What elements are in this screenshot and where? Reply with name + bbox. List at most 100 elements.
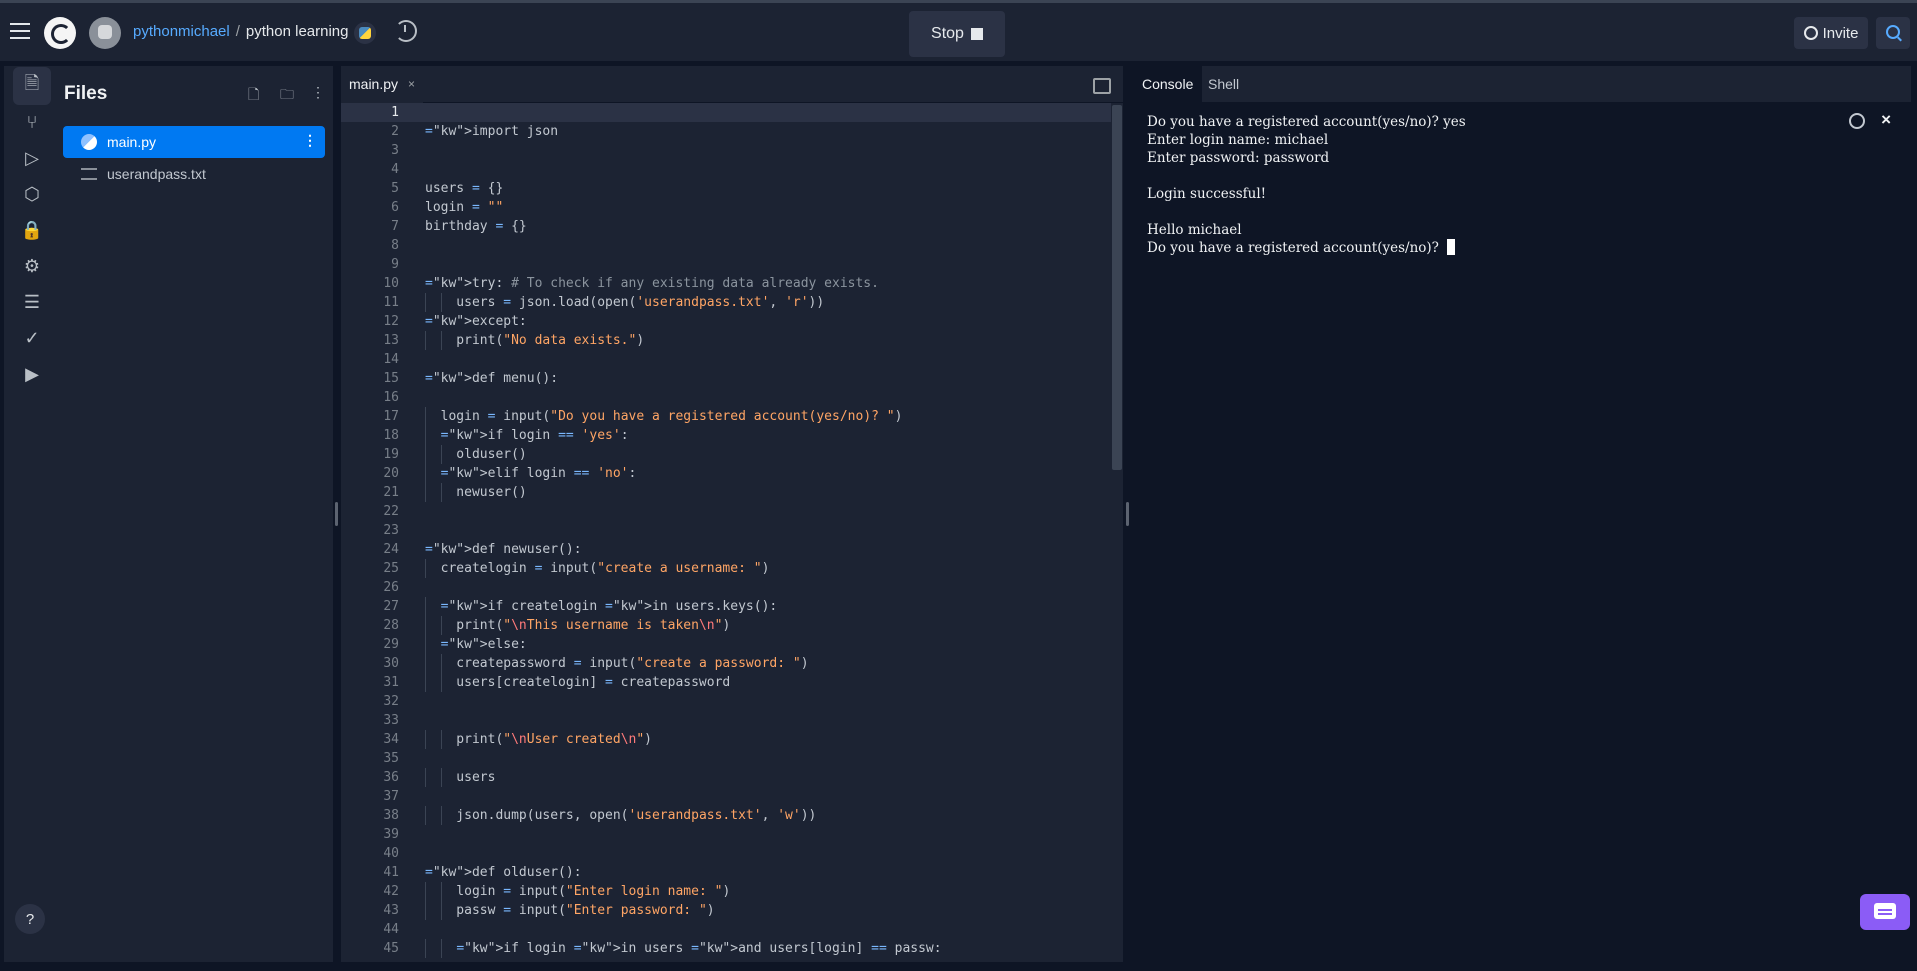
packages-icon[interactable]: ⬡ — [13, 175, 51, 213]
line-number: 39 — [383, 827, 399, 842]
code-line[interactable]: 20 ="kw">elif login == 'no': — [341, 464, 1111, 483]
user-avatar[interactable] — [89, 17, 121, 49]
code-line[interactable]: 13 print("No data exists.") — [341, 331, 1111, 350]
files-icon[interactable]: 🗎 — [13, 67, 51, 105]
console-clear-icon[interactable]: × — [1881, 110, 1891, 130]
code-line[interactable]: 37 — [341, 787, 1111, 806]
video-icon[interactable]: ▶ — [13, 355, 51, 393]
code-line[interactable]: 21 newuser() — [341, 483, 1111, 502]
code-line[interactable]: 6 login = "" — [341, 198, 1111, 217]
stop-button[interactable]: Stop — [909, 11, 1005, 57]
line-number: 23 — [383, 523, 399, 538]
new-file-icon[interactable]: 🗋 — [248, 84, 259, 108]
code-line[interactable]: 29 ="kw">else: — [341, 635, 1111, 654]
code-line[interactable]: 35 — [341, 749, 1111, 768]
code-line[interactable]: 40 — [341, 844, 1111, 863]
console-output-area[interactable]: Do you have a registered account(yes/no)… — [1133, 103, 1911, 962]
code-line[interactable]: 2 ="kw">import json — [341, 122, 1111, 141]
code-line[interactable]: 14 — [341, 350, 1111, 369]
help-button[interactable]: ? — [15, 904, 45, 934]
file-item-userandpass-txt[interactable]: userandpass.txt — [63, 158, 325, 190]
console-search-icon[interactable] — [1849, 113, 1865, 129]
code-line[interactable]: 22 — [341, 502, 1111, 521]
code-line[interactable]: 44 — [341, 920, 1111, 939]
indent-guide — [425, 882, 426, 901]
code-line[interactable]: 24 ="kw">def newuser(): — [341, 540, 1111, 559]
pane-resize-handle[interactable] — [335, 502, 338, 526]
code-line[interactable]: 31 users[createlogin] = createpassword — [341, 673, 1111, 692]
new-folder-icon[interactable]: 🗀 — [280, 84, 294, 108]
file-options-icon[interactable]: ⋮ — [303, 132, 317, 149]
line-number: 13 — [383, 333, 399, 348]
invite-button[interactable]: Invite — [1794, 17, 1868, 49]
menu-icon[interactable] — [10, 23, 30, 39]
search-icon[interactable] — [1876, 17, 1910, 49]
code-line[interactable]: 19 olduser() — [341, 445, 1111, 464]
code-line[interactable]: 10 ="kw">try: # To check if any existing … — [341, 274, 1111, 293]
tab-shell[interactable]: Shell — [1199, 66, 1248, 102]
top-header: pythonmichael / python learning Stop Invit… — [0, 3, 1917, 62]
code-area[interactable]: 1 2 ="kw">import json 3 4 5 users = {} 6 login =… — [341, 103, 1111, 958]
git-icon[interactable]: ⑂ — [13, 103, 51, 141]
indent-guide — [441, 616, 442, 635]
code-line[interactable]: 1 — [341, 103, 1111, 122]
settings-icon[interactable]: ⚙ — [13, 247, 51, 285]
code-line[interactable]: 11 users = json.load(open('userandpass.t… — [341, 293, 1111, 312]
code-line[interactable]: 15 ="kw">def menu(): — [341, 369, 1111, 388]
code-line[interactable]: 28 print("\nThis username is taken\n") — [341, 616, 1111, 635]
code-line[interactable]: 9 — [341, 255, 1111, 274]
code-line[interactable]: 8 — [341, 236, 1111, 255]
code-line[interactable]: 27 ="kw">if createlogin ="kw">in users.k… — [341, 597, 1111, 616]
code-line[interactable]: 30 createpassword = input("create a pass… — [341, 654, 1111, 673]
close-tab-icon[interactable]: × — [408, 77, 415, 91]
indent-guide — [425, 616, 426, 635]
scrollbar-thumb[interactable] — [1112, 105, 1122, 470]
indent-guide — [425, 407, 426, 426]
code-line[interactable]: 43 passw = input("Enter password: ") — [341, 901, 1111, 920]
code-line[interactable]: 5 users = {} — [341, 179, 1111, 198]
username-link[interactable]: pythonmichael — [133, 23, 230, 40]
indent-guide — [425, 939, 426, 958]
text-file-icon — [81, 168, 97, 180]
code-text: login = "" — [425, 200, 504, 215]
files-title: Files — [64, 83, 108, 104]
code-line[interactable]: 36 users — [341, 768, 1111, 787]
code-line[interactable]: 23 — [341, 521, 1111, 540]
project-name[interactable]: python learning — [246, 23, 349, 40]
file-item-main-py[interactable]: main.py ⋮ — [63, 126, 325, 158]
editor-layout-icon[interactable] — [1093, 78, 1111, 94]
code-line[interactable]: 3 — [341, 141, 1111, 160]
history-icon[interactable] — [395, 20, 417, 42]
line-number: 9 — [391, 257, 399, 272]
run-icon[interactable]: ▷ — [13, 139, 51, 177]
code-line[interactable]: 34 print("\nUser created\n") — [341, 730, 1111, 749]
python-language-icon[interactable] — [354, 22, 376, 44]
code-line[interactable]: 25 createlogin = input("create a usernam… — [341, 559, 1111, 578]
line-number: 30 — [383, 656, 399, 671]
database-icon[interactable]: ☰ — [13, 283, 51, 321]
code-line[interactable]: 17 login = input("Do you have a register… — [341, 407, 1111, 426]
code-line[interactable]: 39 — [341, 825, 1111, 844]
code-line[interactable]: 32 — [341, 692, 1111, 711]
breadcrumb-separator: / — [235, 23, 240, 40]
code-line[interactable]: 7 birthday = {} — [341, 217, 1111, 236]
secrets-icon[interactable]: 🔒 — [13, 211, 51, 249]
files-more-icon[interactable]: ⋮ — [311, 84, 325, 101]
replit-logo-icon[interactable] — [44, 17, 76, 49]
code-line[interactable]: 42 login = input("Enter login name: ") — [341, 882, 1111, 901]
code-line[interactable]: 18 ="kw">if login == 'yes': — [341, 426, 1111, 445]
tab-console[interactable]: Console — [1133, 66, 1203, 102]
editor-scrollbar[interactable] — [1111, 103, 1123, 958]
code-line[interactable]: 12 ="kw">except: — [341, 312, 1111, 331]
code-line[interactable]: 26 — [341, 578, 1111, 597]
code-line[interactable]: 41 ="kw">def olduser(): — [341, 863, 1111, 882]
pane-resize-handle[interactable] — [1126, 502, 1129, 526]
chat-icon[interactable] — [1860, 894, 1910, 930]
code-line[interactable]: 16 — [341, 388, 1111, 407]
code-line[interactable]: 4 — [341, 160, 1111, 179]
tests-icon[interactable]: ✓ — [13, 319, 51, 357]
code-line[interactable]: 45 ="kw">if login ="kw">in users ="kw">a… — [341, 939, 1111, 958]
tab-main-py[interactable]: main.py × — [341, 66, 424, 104]
code-line[interactable]: 38 json.dump(users, open('userandpass.tx… — [341, 806, 1111, 825]
code-line[interactable]: 33 — [341, 711, 1111, 730]
